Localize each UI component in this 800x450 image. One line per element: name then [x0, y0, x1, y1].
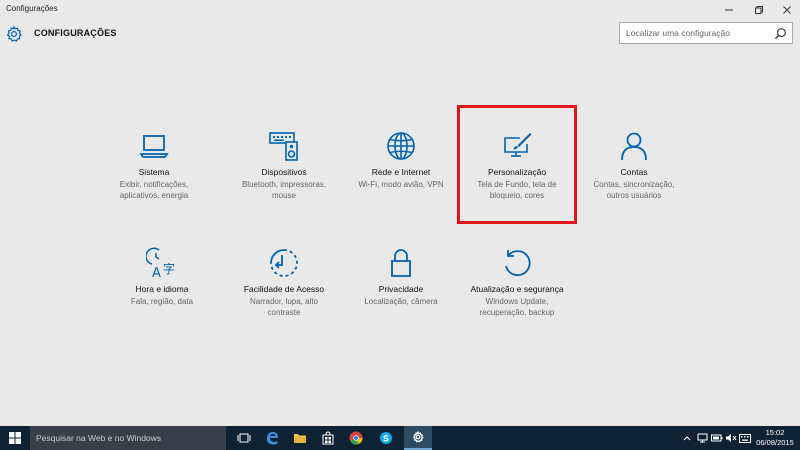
tile-label: Facilidade de Acesso	[243, 284, 325, 294]
tile-sistema[interactable]: Sistema Exibir, notificações, aplicativos…	[96, 130, 212, 201]
close-button[interactable]	[772, 0, 800, 20]
tile-label: Personalização	[487, 167, 547, 177]
store-button[interactable]	[314, 426, 342, 450]
tile-hora-idioma[interactable]: A 字 Hora e idioma Fala, região, data	[104, 247, 220, 307]
settings-taskbar-button[interactable]	[404, 426, 432, 450]
task-view-icon	[237, 433, 251, 443]
folder-icon	[294, 434, 306, 443]
restore-button[interactable]	[744, 0, 774, 20]
laptop-icon	[139, 135, 169, 158]
tile-rede-internet[interactable]: Rede e Internet Wi-Fi, modo avião, VPN	[343, 130, 459, 190]
tray-volume-button[interactable]	[724, 426, 738, 450]
tile-contas[interactable]: Contas Contas, sincronização, outros usuá…	[576, 130, 692, 201]
close-icon	[783, 6, 791, 14]
tile-atualizacao-seguranca[interactable]: Atualização e segurança Windows Update, r…	[459, 247, 575, 318]
settings-search-box[interactable]	[619, 22, 793, 44]
windows-logo-icon	[9, 432, 21, 444]
edge-icon	[267, 432, 278, 445]
tray-keyboard-button[interactable]	[738, 426, 752, 450]
tile-label: Sistema	[138, 167, 170, 177]
tile-description: Windows Update, recuperação, backup	[479, 297, 555, 317]
edge-button[interactable]	[258, 426, 286, 450]
settings-window: Configurações CONFIGURAÇÕES Localizar um…	[0, 0, 800, 426]
start-button[interactable]	[0, 426, 30, 450]
ease-of-access-icon	[270, 249, 298, 277]
store-icon	[322, 431, 334, 445]
tile-description: Localização, câmera	[364, 297, 438, 306]
tile-dispositivos[interactable]: Dispositivos Bluetooth, impressoras, mous…	[226, 130, 342, 201]
tile-description: Contas, sincronização, outros usuários	[593, 180, 675, 200]
svg-text:S: S	[383, 435, 389, 445]
tile-description: Bluetooth, impressoras, mouse	[241, 180, 327, 200]
tile-facilidade-acesso[interactable]: Facilidade de Acesso Narrador, lupa, alt…	[226, 247, 342, 318]
svg-text:字: 字	[163, 261, 175, 276]
network-icon	[697, 433, 707, 443]
settings-search-input[interactable]	[626, 26, 766, 40]
taskbar-clock[interactable]: 15:02 06/08/2015	[752, 428, 798, 448]
refresh-icon	[505, 250, 531, 276]
chevron-up-icon	[683, 436, 691, 441]
clock-time: 15:02	[765, 428, 785, 437]
tile-label: Atualização e segurança	[470, 284, 564, 294]
globe-icon	[387, 132, 415, 160]
window-title: Configurações	[6, 4, 58, 13]
tray-network-button[interactable]	[695, 426, 709, 450]
gear-icon	[6, 25, 23, 42]
file-explorer-button[interactable]	[286, 426, 314, 450]
title-bar[interactable]: Configurações	[0, 0, 800, 20]
svg-text:A: A	[152, 266, 161, 279]
lock-icon	[391, 249, 411, 277]
tile-description: Wi-Fi, modo avião, VPN	[358, 180, 444, 189]
tile-label: Dispositivos	[261, 167, 307, 177]
tile-description: Fala, região, data	[130, 297, 194, 306]
tile-personalizacao[interactable]: Personalização Tela de Fundo, tela de blo…	[459, 130, 575, 201]
minimize-icon	[725, 9, 733, 11]
tile-description: Exibir, notificações, aplicativos, energi…	[119, 180, 189, 200]
restore-icon	[755, 6, 763, 14]
gear-icon	[412, 431, 424, 443]
chrome-button[interactable]	[342, 426, 370, 450]
person-icon	[621, 132, 647, 161]
clock-date: 06/08/2015	[756, 438, 794, 447]
tile-label: Contas	[620, 167, 648, 177]
tray-battery-button[interactable]	[710, 426, 724, 450]
taskbar-search-placeholder: Pesquisar na Web e no Windows	[36, 433, 162, 443]
tile-privacidade[interactable]: Privacidade Localização, câmera	[343, 247, 459, 307]
tile-description: Narrador, lupa, alto contraste	[249, 297, 319, 317]
time-language-icon: A 字	[146, 247, 175, 279]
chrome-icon	[349, 431, 363, 445]
tray-expand-button[interactable]	[680, 426, 694, 450]
skype-icon: S	[380, 432, 392, 445]
taskbar-search[interactable]: Pesquisar na Web e no Windows	[30, 426, 226, 450]
taskbar: Pesquisar na Web e no Windows S 15:02 06…	[0, 426, 800, 450]
tile-label: Rede e Internet	[371, 167, 431, 177]
minimize-button[interactable]	[714, 0, 744, 20]
tile-description: Tela de Fundo, tela de bloqueio, cores	[477, 180, 557, 200]
tile-label: Hora e idioma	[135, 284, 189, 294]
page-title: CONFIGURAÇÕES	[34, 28, 117, 38]
keyboard-speaker-icon	[269, 132, 298, 161]
paint-brush-monitor-icon	[504, 133, 532, 157]
speaker-muted-icon	[726, 434, 737, 442]
task-view-button[interactable]	[230, 426, 258, 450]
tile-label: Privacidade	[378, 284, 424, 294]
skype-button[interactable]: S	[372, 426, 400, 450]
search-icon[interactable]	[774, 27, 787, 40]
keyboard-icon	[739, 433, 751, 443]
battery-icon	[711, 434, 723, 442]
